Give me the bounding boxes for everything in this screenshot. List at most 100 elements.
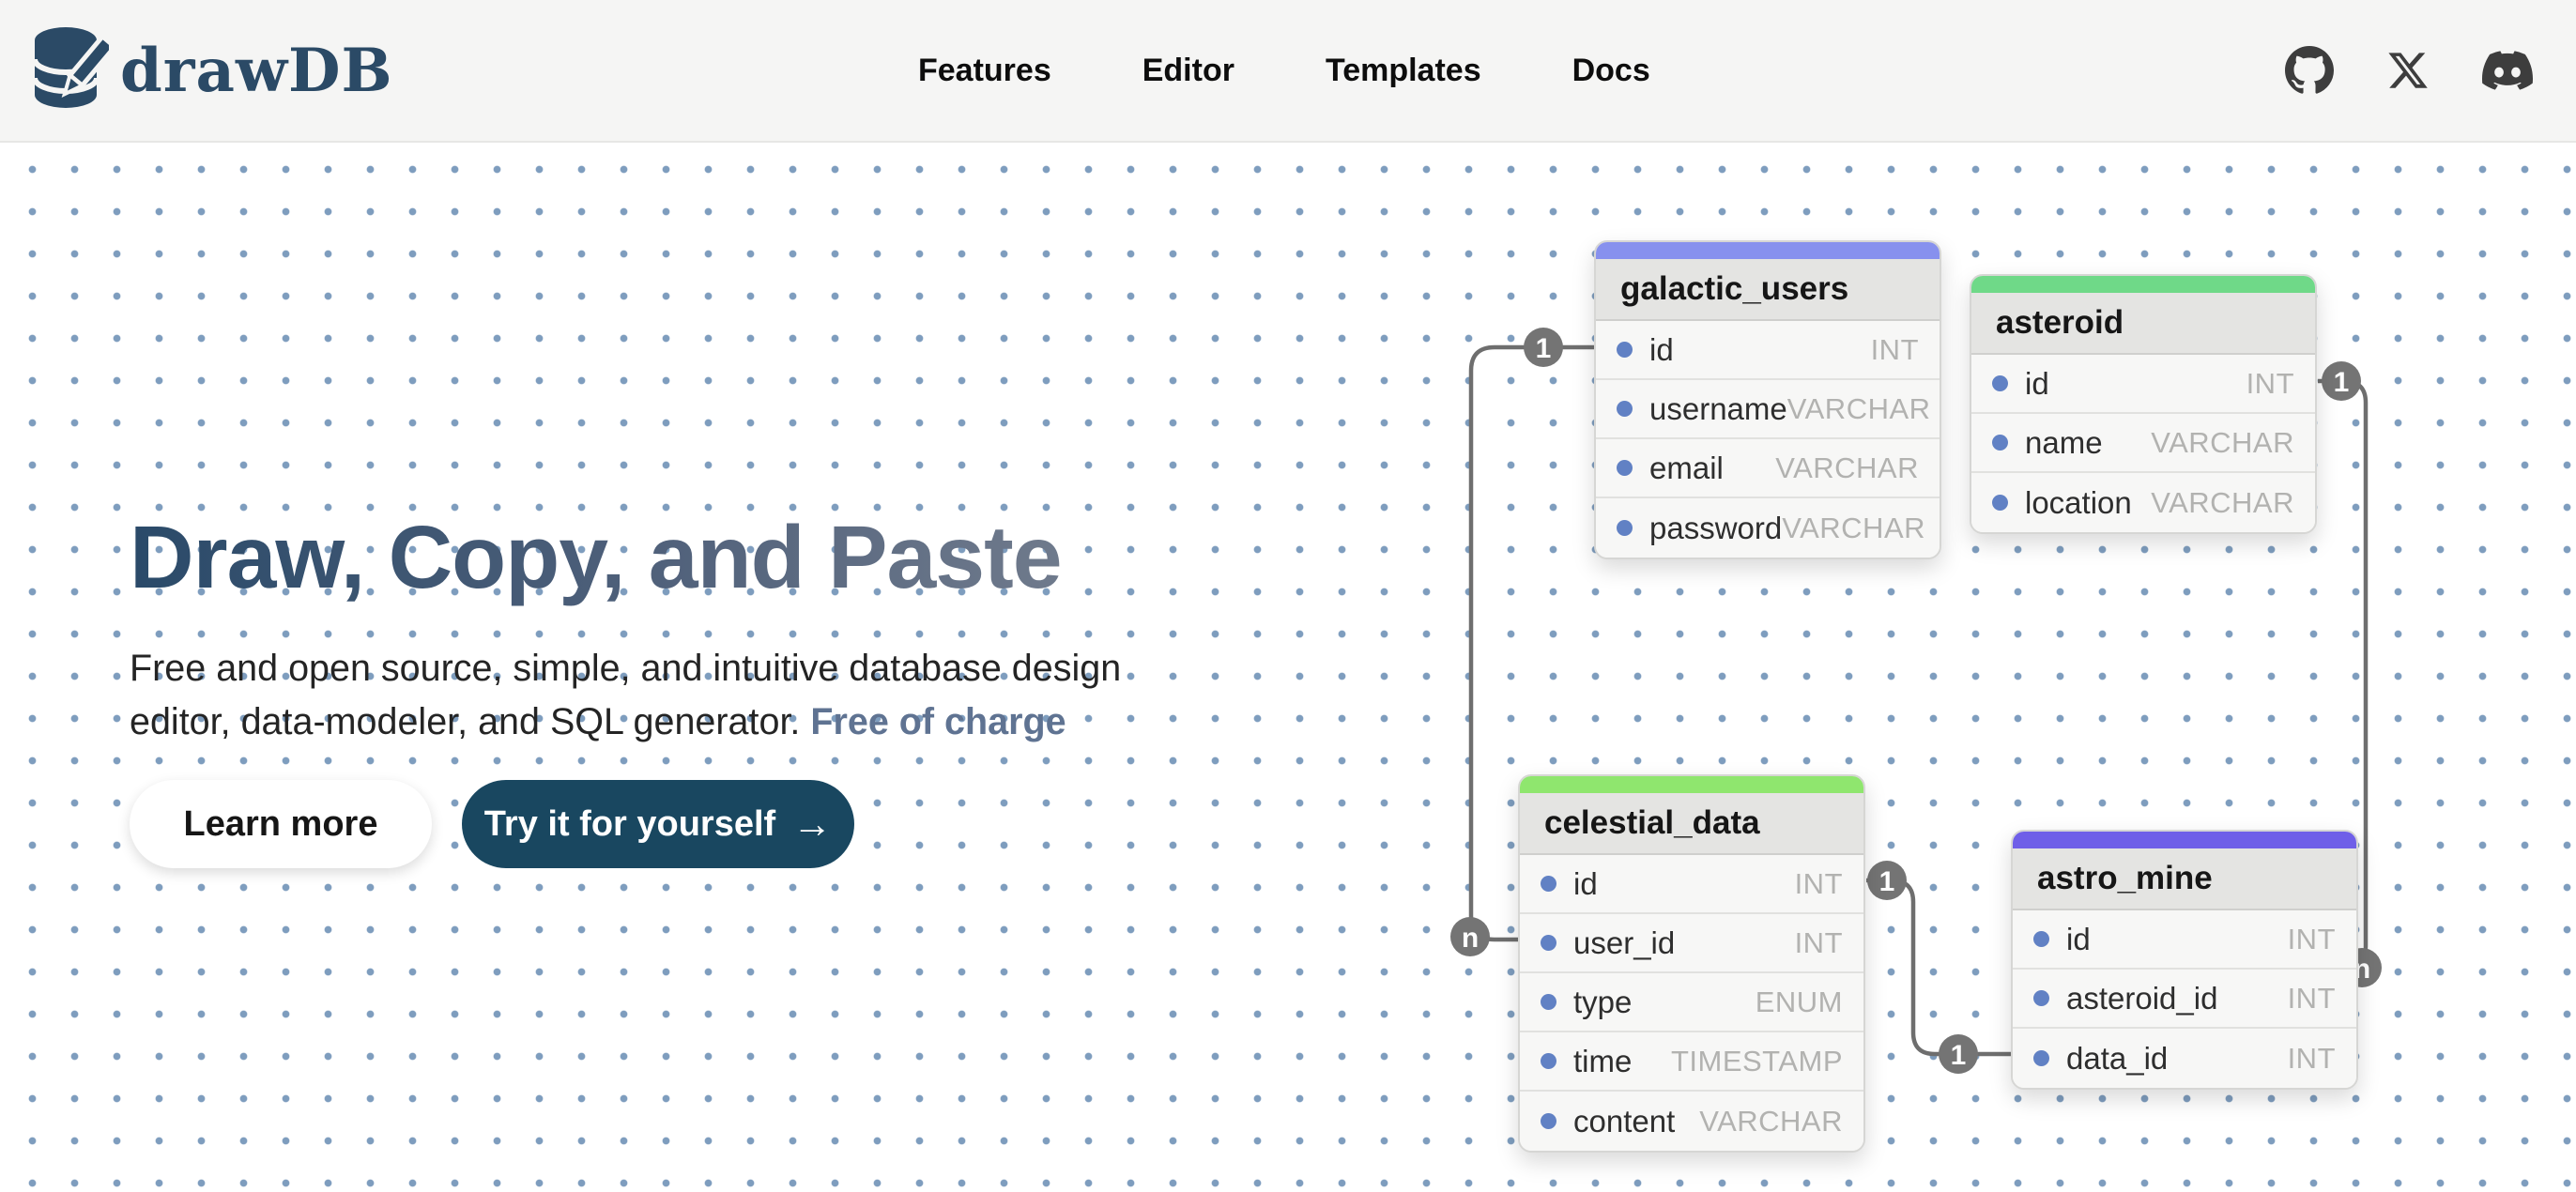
- field-name: username: [1649, 391, 1787, 427]
- field-type: VARCHAR: [2151, 486, 2294, 520]
- field-type: VARCHAR: [1699, 1105, 1843, 1139]
- nav-link-templates[interactable]: Templates: [1326, 53, 1481, 89]
- try-it-button[interactable]: Try it for yourself →: [462, 780, 854, 868]
- field-dot-icon: [1541, 1113, 1556, 1129]
- svg-text:1: 1: [1536, 333, 1552, 364]
- cardinality-badge: 1: [1939, 1034, 1978, 1074]
- try-it-label: Try it for yourself: [484, 804, 775, 845]
- database-pencil-icon: [32, 25, 109, 115]
- nav-link-docs[interactable]: Docs: [1572, 53, 1650, 89]
- field-name: id: [2066, 922, 2091, 957]
- table-field-row-asteroid_id: asteroid_id INT: [2013, 970, 2356, 1029]
- field-dot-icon: [1541, 935, 1556, 951]
- field-name: data_id: [2066, 1041, 2168, 1077]
- field-name: time: [1573, 1044, 1632, 1079]
- field-name: user_id: [1573, 925, 1675, 961]
- field-name: id: [1649, 332, 1674, 368]
- table-field-row-id: idINT: [1596, 321, 1940, 380]
- github-icon[interactable]: [2285, 46, 2334, 95]
- field-type: INT: [1795, 867, 1843, 901]
- discord-icon[interactable]: [2482, 45, 2533, 96]
- field-dot-icon: [1541, 876, 1556, 892]
- nav-link-editor[interactable]: Editor: [1142, 53, 1234, 89]
- top-navigation-bar: drawDB Features Editor Templates Docs: [0, 0, 2576, 143]
- table-accent-strip: [1971, 276, 2315, 293]
- table-field-row-type: type ENUM: [1520, 973, 1863, 1032]
- field-dot-icon: [1617, 401, 1633, 417]
- nav-link-features[interactable]: Features: [918, 53, 1051, 89]
- table-field-row-content: content VARCHAR: [1520, 1092, 1863, 1151]
- drawdb-logo[interactable]: drawDB: [32, 0, 393, 141]
- svg-text:1: 1: [2334, 367, 2350, 398]
- field-type: VARCHAR: [1787, 392, 1931, 426]
- cardinality-badge: n: [1450, 917, 1490, 956]
- table-field-row-location: location VARCHAR: [1971, 473, 2315, 532]
- drawdb-landing-page: drawDB Features Editor Templates Docs: [0, 0, 2576, 1192]
- social-links: [2285, 0, 2533, 141]
- cardinality-badge: 1: [1867, 861, 1907, 900]
- table-fields: idINTuser_idINTtypeENUMtimeTIMESTAMPcont…: [1520, 855, 1863, 1151]
- table-field-row-id: idINT: [1520, 855, 1863, 914]
- brand-name: drawDB: [120, 36, 393, 106]
- table-field-row-name: name VARCHAR: [1971, 414, 2315, 473]
- svg-text:1: 1: [1951, 1040, 1967, 1071]
- field-type: INT: [2246, 367, 2294, 401]
- hero-subtitle-line2: editor, data-modeler, and SQL generator.: [130, 701, 800, 742]
- field-dot-icon: [1541, 994, 1556, 1010]
- table-field-row-id: id INT: [1971, 355, 2315, 414]
- table-field-row-user_id: user_idINT: [1520, 914, 1863, 973]
- hero-subtitle-line1: Free and open source, simple, and intuit…: [130, 648, 1121, 689]
- field-dot-icon: [1992, 495, 2008, 511]
- field-name: email: [1649, 451, 1724, 486]
- table-fields: id INT name VARCHAR location VARCHAR: [1971, 355, 2315, 532]
- field-name: type: [1573, 985, 1632, 1020]
- field-type: VARCHAR: [2151, 426, 2294, 460]
- field-name: name: [2025, 425, 2103, 461]
- svg-text:1: 1: [1879, 866, 1895, 897]
- field-name: id: [2025, 366, 2049, 402]
- hero-subtitle: Free and open source, simple, and intuit…: [130, 642, 1121, 749]
- field-type: INT: [2288, 923, 2336, 956]
- field-type: INT: [2288, 1042, 2336, 1076]
- table-fields: id INT asteroid_id INT data_id INT: [2013, 910, 2356, 1088]
- field-name: asteroid_id: [2066, 981, 2217, 1016]
- table-galactic-users: galactic_users idINTusernameVARCHARemail…: [1594, 240, 1941, 559]
- field-type: VARCHAR: [1782, 512, 1925, 545]
- table-accent-strip: [1520, 776, 1863, 793]
- field-name: content: [1573, 1104, 1675, 1139]
- table-accent-strip: [2013, 832, 2356, 848]
- svg-text:n: n: [1462, 923, 1479, 954]
- table-title: asteroid: [1971, 293, 2315, 355]
- table-field-row-time: time TIMESTAMP: [1520, 1032, 1863, 1092]
- relation-line-celestial-astro: [1866, 880, 2013, 1054]
- field-dot-icon: [1992, 375, 2008, 391]
- main-nav: Features Editor Templates Docs: [918, 0, 1650, 141]
- diagram-canvas: 1 n 1 1 1 n: [0, 141, 2576, 1192]
- field-dot-icon: [1617, 460, 1633, 476]
- field-name: password: [1649, 511, 1782, 546]
- table-fields: idINTusernameVARCHARemailVARCHARpassword…: [1596, 321, 1940, 558]
- field-type: VARCHAR: [1775, 451, 1919, 485]
- cardinality-badge: 1: [1524, 328, 1563, 367]
- table-field-row-username: usernameVARCHAR: [1596, 380, 1940, 439]
- field-type: TIMESTAMP: [1671, 1045, 1843, 1078]
- table-field-row-data_id: data_id INT: [2013, 1029, 2356, 1088]
- hero-buttons: Learn more Try it for yourself →: [130, 780, 854, 868]
- table-title: galactic_users: [1596, 259, 1940, 321]
- x-twitter-icon[interactable]: [2386, 49, 2430, 92]
- field-dot-icon: [2033, 990, 2049, 1006]
- field-name: location: [2025, 485, 2132, 521]
- learn-more-button[interactable]: Learn more: [130, 780, 432, 868]
- field-dot-icon: [1541, 1053, 1556, 1069]
- table-title: celestial_data: [1520, 793, 1863, 855]
- table-asteroid: asteroid id INT name VARCHAR location VARCHAR: [1970, 274, 2317, 534]
- field-type: INT: [2288, 982, 2336, 1016]
- table-accent-strip: [1596, 242, 1940, 259]
- field-type: ENUM: [1756, 986, 1843, 1019]
- field-dot-icon: [1992, 435, 2008, 451]
- table-field-row-email: email VARCHAR: [1596, 439, 1940, 498]
- table-title: astro_mine: [2013, 848, 2356, 910]
- table-astro-mine: astro_mine id INT asteroid_id INT data_id INT: [2011, 830, 2358, 1090]
- hero-title: Draw, Copy, and Paste: [130, 507, 1062, 609]
- table-field-row-password: passwordVARCHAR: [1596, 498, 1940, 558]
